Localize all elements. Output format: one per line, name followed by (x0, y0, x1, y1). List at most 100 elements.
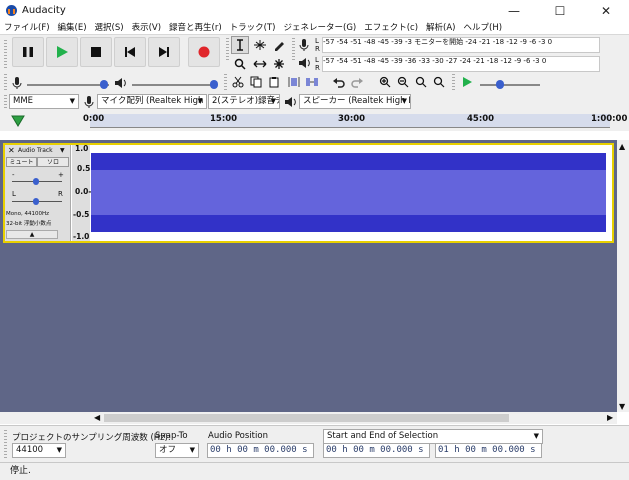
pin-head-icon[interactable] (11, 115, 25, 127)
input-channels-select[interactable]: 2(ステレオ)録音チ ▼ (208, 94, 280, 109)
cut-button[interactable] (229, 73, 247, 91)
envelope-tool-button[interactable] (251, 36, 269, 54)
minimize-button[interactable]: — (491, 0, 537, 22)
pause-button[interactable] (12, 37, 44, 67)
silence-button[interactable] (303, 73, 321, 91)
zoom-out-button[interactable] (394, 73, 412, 91)
chevron-down-icon: ▼ (189, 446, 195, 454)
zoom-out-icon (397, 76, 409, 88)
snap-to-value: オフ (159, 445, 177, 455)
output-device-select[interactable]: スピーカー (Realtek High Defi▼ (299, 94, 411, 109)
record-volume-slider[interactable] (27, 84, 109, 86)
solo-button[interactable]: ソロ (37, 157, 69, 167)
selection-mode-value: Start and End of Selection (327, 431, 439, 441)
selection-start-field[interactable]: 00 h 00 m 00.000 s (323, 443, 430, 458)
menu-edit[interactable]: 編集(E) (54, 22, 91, 34)
fit-selection-button[interactable] (412, 73, 430, 91)
scale-label: -1.0 (73, 232, 90, 241)
redo-button[interactable] (348, 73, 366, 91)
fit-project-button[interactable] (430, 73, 448, 91)
pan-left-label: L (12, 190, 16, 198)
undo-button[interactable] (330, 73, 348, 91)
menu-file[interactable]: ファイル(F) (0, 22, 54, 34)
record-button[interactable] (188, 37, 220, 67)
play-speed-slider[interactable] (480, 84, 540, 86)
zoom-tool-button[interactable] (231, 55, 249, 73)
menu-analyze[interactable]: 解析(A) (422, 22, 459, 34)
maximize-button[interactable]: ☐ (537, 0, 583, 22)
track-close-icon[interactable]: ✕ (8, 146, 15, 155)
play-button[interactable] (46, 37, 78, 67)
meter-grip[interactable] (292, 38, 295, 60)
menu-tracks[interactable]: トラック(T) (226, 22, 280, 34)
menu-view[interactable]: 表示(V) (128, 22, 165, 34)
selection-start-value: 00 h 00 m 00.000 s (326, 445, 424, 455)
timeshift-tool-button[interactable] (251, 55, 269, 73)
stop-button[interactable] (80, 37, 112, 67)
selection-end-field[interactable]: 01 h 00 m 00.000 s (435, 443, 542, 458)
audio-position-value: 00 h 00 m 00.000 s (210, 445, 308, 455)
scroll-down-icon[interactable]: ▼ (619, 402, 625, 411)
horizontal-scroll-thumb[interactable] (104, 414, 509, 422)
pan-thumb[interactable] (33, 198, 39, 205)
scroll-up-icon[interactable]: ▲ (619, 142, 625, 151)
vertical-scrollbar[interactable] (617, 140, 629, 412)
menu-help[interactable]: ヘルプ(H) (460, 22, 507, 34)
record-meter[interactable]: -57 -54 -51 -48 -45 -39 -3 モニターを開始 -24 -… (322, 37, 600, 53)
track-menu-arrow-icon[interactable]: ▼ (60, 147, 65, 154)
double-arrow-icon (253, 60, 267, 68)
skip-to-start-button[interactable] (114, 37, 146, 67)
selection-tool-button[interactable] (231, 36, 249, 54)
mixer-grip[interactable] (4, 74, 7, 90)
menu-select[interactable]: 選択(S) (91, 22, 128, 34)
copy-button[interactable] (247, 73, 265, 91)
track-sample-format: 32-bit 浮動小数点 (6, 221, 52, 227)
play-speed-grip[interactable] (452, 74, 455, 90)
chevron-down-icon: ▼ (197, 97, 203, 105)
snap-to-select[interactable]: オフ ▼ (155, 443, 199, 458)
scroll-left-icon[interactable]: ◀ (94, 413, 100, 422)
tools-grip[interactable] (226, 38, 229, 60)
track-name[interactable]: Audio Track (18, 147, 53, 154)
menu-transport[interactable]: 録音と再生(r) (165, 22, 226, 34)
input-device-select[interactable]: マイク配列 (Realtek High De ▼ (97, 94, 207, 109)
device-grip[interactable] (4, 95, 7, 109)
menu-effect[interactable]: エフェクト(c) (360, 22, 422, 34)
close-button[interactable]: ✕ (583, 0, 629, 22)
title-bar: Audacity — ☐ ✕ (0, 0, 629, 22)
paste-button[interactable] (265, 73, 283, 91)
project-rate-select[interactable]: 44100 ▼ (12, 443, 66, 458)
menu-generate[interactable]: ジェネレーター(G) (280, 22, 361, 34)
play-at-speed-button[interactable] (458, 73, 476, 91)
edit-grip[interactable] (224, 74, 227, 90)
playback-meter[interactable]: -57 -54 -51 -48 -45 -39 -36 -33 -30 -27 … (322, 56, 600, 72)
mute-button[interactable]: ミュート (6, 157, 37, 167)
scroll-right-icon[interactable]: ▶ (607, 413, 613, 422)
gain-thumb[interactable] (33, 178, 39, 185)
collapse-track-button[interactable]: ▲ (6, 230, 58, 239)
trim-button[interactable] (285, 73, 303, 91)
status-bar: 停止. (0, 462, 629, 480)
record-volume-thumb[interactable] (100, 80, 108, 89)
zoom-in-button[interactable] (376, 73, 394, 91)
playback-volume-thumb[interactable] (210, 80, 218, 89)
audio-position-field[interactable]: 00 h 00 m 00.000 s (207, 443, 314, 458)
zoom-fit-icon (433, 76, 445, 88)
toolbar-grip[interactable] (4, 40, 7, 70)
silence-icon (306, 78, 318, 86)
pencil-icon (275, 42, 284, 51)
play-speed-thumb[interactable] (496, 80, 504, 89)
skip-to-end-button[interactable] (148, 37, 180, 67)
input-device-value: マイク配列 (Realtek High De (101, 96, 207, 106)
selection-mode-select[interactable]: Start and End of Selection ▼ (323, 429, 543, 444)
selection-grip[interactable] (4, 430, 7, 458)
draw-tool-button[interactable] (270, 36, 288, 54)
multi-tool-button[interactable] (270, 55, 288, 73)
play-speed-icon (463, 77, 472, 87)
playback-volume-slider[interactable] (132, 84, 214, 86)
scale-label: -0.5 (73, 210, 90, 219)
audio-host-select[interactable]: MME ▼ (9, 94, 79, 109)
scissors-icon (232, 76, 244, 88)
ruler-tick-0: 0:00 (83, 114, 105, 124)
chevron-down-icon: ▼ (533, 432, 539, 440)
